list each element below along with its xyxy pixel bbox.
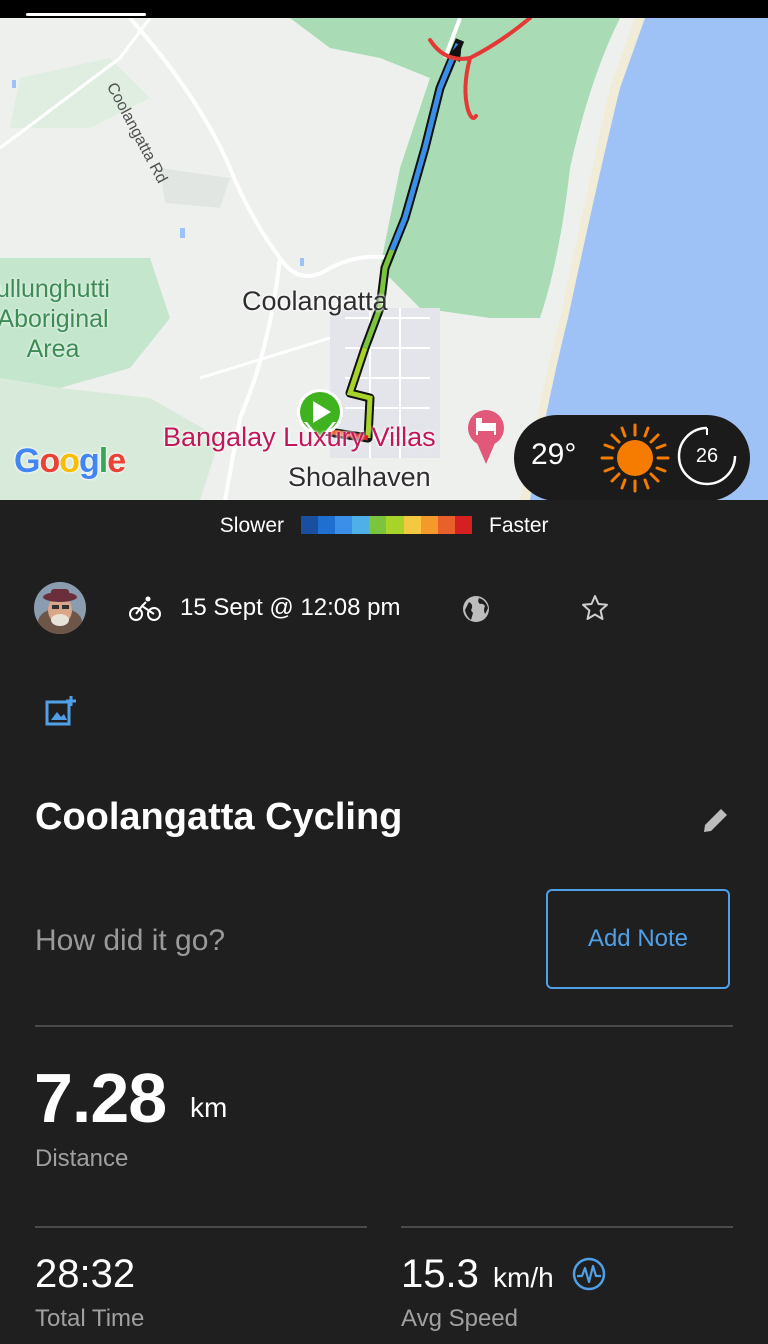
speed-color-swatch <box>454 516 472 534</box>
status-bar-indicator <box>26 13 146 16</box>
speed-color-swatch <box>437 516 455 534</box>
google-letter: o <box>39 442 60 480</box>
avg-speed-value: 15.3 <box>401 1252 479 1296</box>
add-note-button[interactable]: Add Note <box>546 889 730 989</box>
divider <box>35 1025 733 1027</box>
map-label-shoalhaven: Shoalhaven <box>288 462 431 492</box>
avatar[interactable] <box>34 582 86 634</box>
speed-color-swatch <box>386 516 404 534</box>
speed-color-swatch <box>318 516 336 534</box>
google-letter: g <box>79 442 100 480</box>
pencil-icon[interactable] <box>700 804 732 836</box>
route-map[interactable]: Coolangatta Rd ullunghutti Aboriginal Ar… <box>0 18 768 500</box>
google-logo[interactable]: Google <box>14 442 126 481</box>
speed-color-swatch <box>369 516 387 534</box>
activity-date: 15 Sept @ 12:08 pm <box>180 594 401 621</box>
globe-icon[interactable] <box>461 594 491 624</box>
total-time-value: 28:32 <box>35 1252 136 1296</box>
speed-color-swatch <box>335 516 353 534</box>
google-letter: G <box>14 442 40 480</box>
legend-slower-label: Slower <box>219 514 284 537</box>
avg-speed-unit: km/h <box>493 1262 554 1293</box>
bicycle-icon <box>129 596 161 621</box>
note-prompt: How did it go? <box>35 924 226 957</box>
weather-temperature: 29° <box>531 438 577 471</box>
star-icon[interactable] <box>580 593 610 623</box>
activity-title: Coolangatta Cycling <box>35 796 403 838</box>
speed-gradient-bar <box>301 516 472 534</box>
google-letter: e <box>107 442 126 480</box>
map-label-line: Area <box>26 335 80 363</box>
weather-dial-value: 26 <box>695 445 719 467</box>
avatar-image <box>34 582 86 634</box>
speed-color-swatch <box>352 516 370 534</box>
divider <box>35 1226 367 1228</box>
legend-faster-label: Faster <box>489 514 549 537</box>
speed-color-swatch <box>301 516 319 534</box>
map-label-line: Aboriginal <box>0 305 109 333</box>
speed-legend: Slower Faster <box>0 510 768 540</box>
distance-value: 7.28 <box>34 1059 167 1137</box>
weather-widget[interactable]: 29° 26 <box>514 415 750 500</box>
distance-label: Distance <box>35 1145 129 1172</box>
speed-color-swatch <box>403 516 421 534</box>
map-label-villas: Bangalay Luxury Villas <box>163 422 436 452</box>
sun-icon <box>600 423 670 493</box>
add-photo-icon[interactable] <box>44 694 78 728</box>
google-letter: l <box>98 442 109 480</box>
speed-graph-icon[interactable] <box>571 1256 607 1292</box>
status-bar <box>0 0 768 18</box>
distance-unit: km <box>190 1092 228 1123</box>
google-letter: o <box>59 442 80 480</box>
activity-header: 15 Sept @ 12:08 pm <box>0 580 768 636</box>
total-time-label: Total Time <box>35 1305 145 1332</box>
map-label-aboriginal-area: ullunghutti Aboriginal Area <box>0 274 110 364</box>
map-label-town: Coolangatta <box>242 286 388 316</box>
speed-color-swatch <box>420 516 438 534</box>
divider <box>401 1226 733 1228</box>
map-label-line: ullunghutti <box>0 275 110 303</box>
avg-speed-label: Avg Speed <box>401 1305 518 1332</box>
